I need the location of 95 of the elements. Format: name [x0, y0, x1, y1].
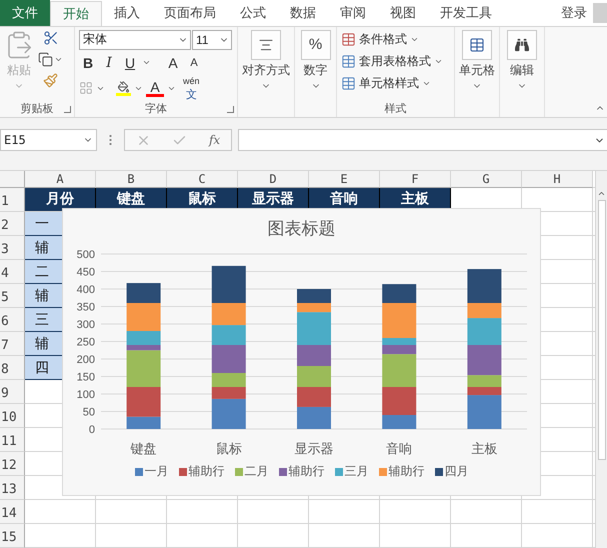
ribbon-tab[interactable]: 开始 [50, 1, 102, 26]
axis-tick-label: 500 [76, 249, 95, 261]
legend-item: 二月 [234, 463, 268, 480]
table-icon [341, 54, 356, 69]
row-header[interactable]: 14 [0, 500, 25, 524]
row-header[interactable]: 12 [0, 452, 25, 476]
percent-symbol: % [308, 36, 322, 54]
ribbon-tab[interactable]: 数据 [278, 0, 328, 26]
row-header[interactable]: 3 [0, 236, 25, 260]
underline-button[interactable]: U [121, 52, 139, 73]
legend-item: 辅助行 [378, 463, 424, 480]
border-icon[interactable] [79, 81, 93, 96]
copy-icon[interactable] [38, 52, 53, 67]
column-header[interactable]: H [522, 171, 593, 188]
column-header[interactable]: B [96, 171, 167, 188]
legend-item: 辅助行 [278, 463, 324, 480]
number-format-button[interactable]: % 数字 [300, 30, 330, 117]
fill-color-icon[interactable] [116, 80, 131, 96]
axis-tick-label: 400 [76, 284, 95, 296]
axis-tick-label: 100 [76, 389, 95, 401]
ribbon-tab[interactable]: 插入 [102, 0, 152, 26]
row-header[interactable]: 2 [0, 212, 25, 236]
column-header[interactable]: C [167, 171, 238, 188]
binoculars-icon [515, 38, 529, 52]
grip-icon [109, 134, 112, 146]
group-label: 剪贴板 [20, 102, 54, 117]
ribbon-tab[interactable]: 审阅 [328, 0, 378, 26]
italic-button[interactable]: I [100, 52, 118, 73]
dialog-launcher-icon[interactable] [64, 106, 71, 113]
legend-item: 四月 [434, 463, 468, 480]
row-header[interactable]: 5 [0, 284, 25, 308]
axis-tick-label: 450 [76, 266, 95, 278]
legend-item: 三月 [334, 463, 368, 480]
style-menu-button[interactable]: 套用表格格式 [341, 52, 443, 70]
row-header[interactable]: 8 [0, 356, 25, 380]
category-label: 鼠标 [216, 441, 242, 456]
ribbon-tab[interactable]: 公式 [228, 0, 278, 26]
cells-button[interactable]: 单元格 [459, 30, 495, 117]
insert-function-button[interactable]: fx [208, 133, 220, 148]
group-label: 字体 [144, 102, 168, 117]
column-header[interactable]: G [451, 171, 522, 188]
axis-tick-label: 0 [88, 424, 95, 436]
bold-button[interactable]: B [79, 52, 97, 73]
shrink-font-button[interactable]: A [185, 52, 203, 73]
axis-tick-label: 300 [76, 319, 95, 331]
row-header[interactable]: 4 [0, 260, 25, 284]
row-header[interactable]: 1 [0, 188, 25, 212]
ribbon-tab[interactable]: 开发工具 [428, 0, 504, 26]
name-box[interactable]: E15 [0, 129, 97, 152]
axis-tick-label: 250 [76, 336, 95, 348]
category-label: 音响 [386, 441, 412, 456]
ribbon-tab[interactable]: 视图 [378, 0, 428, 26]
scrollbar-thumb[interactable] [598, 200, 606, 460]
column-header[interactable]: E [309, 171, 380, 188]
sign-in-link[interactable]: 登录 [561, 4, 587, 22]
category-label: 键盘 [130, 441, 157, 456]
row-header[interactable]: 15 [0, 524, 25, 548]
cut-icon[interactable] [42, 30, 58, 46]
axis-tick-label: 50 [82, 406, 95, 418]
style-menu-button[interactable]: 单元格样式 [341, 74, 431, 92]
dialog-launcher-icon[interactable] [227, 106, 234, 113]
legend-item: 一月 [134, 463, 168, 480]
table-icon [469, 36, 485, 53]
font-size-field[interactable]: 11 [192, 30, 232, 50]
chart-title: 图表标题 [268, 218, 336, 240]
formula-input[interactable] [238, 129, 607, 152]
group-label: 样式 [384, 102, 408, 117]
phonetic-char[interactable]: 文 [186, 90, 197, 101]
row-header[interactable]: 13 [0, 476, 25, 500]
legend-item: 辅助行 [178, 463, 224, 480]
grow-font-button[interactable]: A [164, 52, 182, 73]
column-header[interactable]: F [380, 171, 451, 188]
font-color-button[interactable]: A [146, 79, 164, 98]
style-menu-button[interactable]: 条件格式 [341, 30, 419, 48]
editing-button[interactable]: 编辑 [507, 30, 537, 117]
format-painter-icon[interactable] [43, 72, 58, 88]
alignment-button[interactable]: 对齐方式 [242, 30, 290, 117]
row-header[interactable]: 7 [0, 332, 25, 356]
scroll-up-icon[interactable] [597, 189, 606, 198]
row-header[interactable]: 10 [0, 404, 25, 428]
ribbon-tab[interactable]: 页面布局 [152, 0, 228, 26]
column-header[interactable]: D [238, 171, 309, 188]
row-header[interactable]: 11 [0, 428, 25, 452]
row-header[interactable]: 9 [0, 380, 25, 404]
category-label: 主板 [471, 441, 498, 456]
category-label: 显示器 [294, 441, 334, 456]
file-tab[interactable]: 文件 [0, 0, 50, 26]
header-cell: 月份 [25, 188, 96, 212]
axis-tick-label: 200 [76, 354, 95, 366]
phonetic-label[interactable]: wén [183, 76, 200, 86]
font-name-field[interactable]: 宋体 [79, 30, 191, 50]
table-icon [341, 32, 356, 47]
table-icon [341, 76, 356, 91]
row-header[interactable]: 6 [0, 308, 25, 332]
column-header[interactable]: A [25, 171, 96, 188]
